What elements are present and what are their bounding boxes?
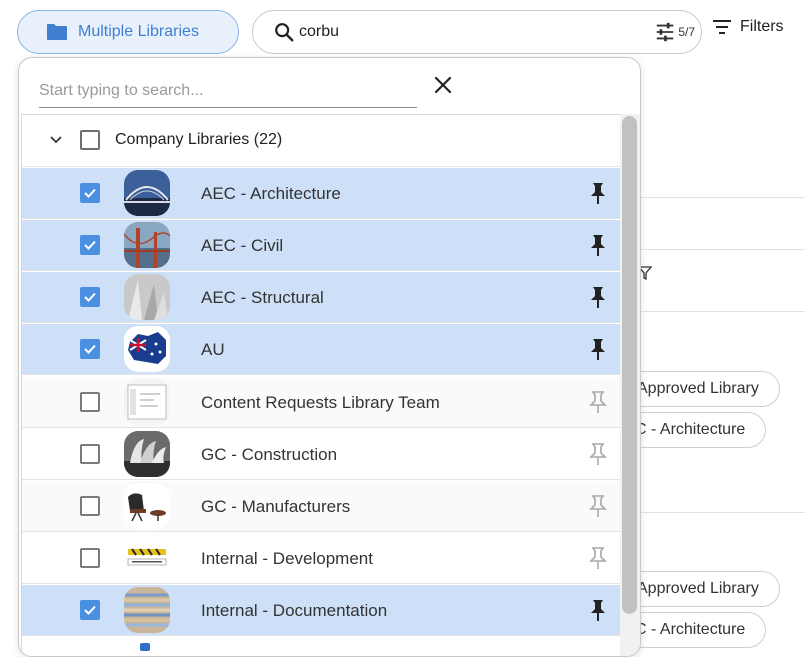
- checkbox-checked[interactable]: [80, 183, 100, 203]
- library-name: GC - Construction: [201, 445, 338, 464]
- main-search-box[interactable]: 5/7: [252, 10, 702, 54]
- library-selector-label: Multiple Libraries: [78, 23, 199, 40]
- divider: [640, 311, 805, 312]
- list-item[interactable]: Internal - Development: [22, 533, 620, 584]
- list-item[interactable]: AU: [22, 324, 620, 375]
- checkbox-checked[interactable]: [80, 287, 100, 307]
- library-name: AEC - Architecture: [201, 184, 341, 203]
- library-thumbnail: [124, 535, 170, 581]
- library-thumbnail: [124, 587, 170, 633]
- checkbox-checked[interactable]: [80, 235, 100, 255]
- check-icon: [84, 188, 96, 198]
- check-icon: [84, 344, 96, 354]
- main-search-input[interactable]: [299, 23, 599, 41]
- library-name: Content Requests Library Team: [201, 393, 440, 412]
- list-item[interactable]: AEC - Structural: [22, 272, 620, 323]
- search-icon: [275, 23, 294, 42]
- group-checkbox[interactable]: [80, 130, 100, 150]
- library-thumbnail: [124, 379, 170, 425]
- checkbox-unchecked[interactable]: [80, 444, 100, 464]
- binders-photo: [124, 587, 170, 633]
- library-thumbnail: [124, 431, 170, 477]
- divider: [640, 512, 805, 513]
- list-item[interactable]: Internal - Documentation: [22, 585, 620, 636]
- australia-flag-map: [124, 326, 170, 372]
- library-search-field[interactable]: [39, 74, 417, 108]
- pin-filled-icon[interactable]: [588, 233, 608, 257]
- list-item[interactable]: GC - Construction: [22, 429, 620, 480]
- check-icon: [84, 605, 96, 615]
- checkbox-unchecked[interactable]: [80, 548, 100, 568]
- library-name: GC - Manufacturers: [201, 497, 351, 516]
- library-thumbnail: [124, 639, 170, 656]
- divider: [640, 249, 805, 250]
- library-dropdown-panel: Company Libraries (22) AEC - Architectur…: [18, 57, 641, 657]
- search-options-button[interactable]: 5/7: [654, 21, 695, 43]
- check-icon: [84, 292, 96, 302]
- library-thumbnail: [124, 222, 170, 268]
- checkbox-checked[interactable]: [80, 339, 100, 359]
- work-in-progress-sign: [124, 535, 170, 581]
- checkbox-checked[interactable]: [80, 600, 100, 620]
- filter-lines-icon: [713, 20, 731, 34]
- close-icon[interactable]: [433, 75, 453, 95]
- library-name: AU: [201, 340, 225, 359]
- pin-filled-icon[interactable]: [588, 337, 608, 361]
- library-thumbnail: [124, 170, 170, 216]
- pin-outline-icon[interactable]: [588, 442, 608, 466]
- library-name: Internal - Development: [201, 549, 373, 568]
- lounge-chair-photo: [124, 483, 170, 529]
- library-thumbnail: [124, 326, 170, 372]
- screenshot-thumb: [124, 379, 170, 425]
- pin-filled-icon[interactable]: [588, 598, 608, 622]
- filters-label: Filters: [740, 18, 784, 35]
- scrollbar-thumb[interactable]: [622, 116, 637, 614]
- library-list: Company Libraries (22) AEC - Architectur…: [21, 114, 621, 656]
- list-item[interactable]: [22, 637, 620, 656]
- filters-button[interactable]: Filters: [712, 18, 784, 36]
- library-thumbnail: [124, 483, 170, 529]
- divider: [640, 197, 805, 198]
- partial-thumb: [124, 639, 170, 656]
- library-name: AEC - Structural: [201, 288, 324, 307]
- pin-outline-icon[interactable]: [588, 546, 608, 570]
- library-selector-button[interactable]: Multiple Libraries: [17, 10, 239, 54]
- library-thumbnail: [124, 274, 170, 320]
- tune-icon: [657, 22, 674, 42]
- library-name: AEC - Civil: [201, 236, 284, 255]
- pin-filled-icon[interactable]: [588, 181, 608, 205]
- pin-filled-icon[interactable]: [588, 285, 608, 309]
- checkbox-unchecked[interactable]: [80, 496, 100, 516]
- list-item[interactable]: AEC - Civil: [22, 220, 620, 271]
- bridge-photo: [124, 170, 170, 216]
- group-label: Company Libraries (22): [115, 131, 283, 148]
- library-name: Internal - Documentation: [201, 601, 388, 620]
- check-icon: [84, 240, 96, 250]
- library-search-input[interactable]: [39, 74, 417, 107]
- pin-outline-icon[interactable]: [588, 494, 608, 518]
- golden-gate-photo: [124, 222, 170, 268]
- filter-count: 5/7: [678, 25, 695, 39]
- list-item[interactable]: GC - Manufacturers: [22, 481, 620, 532]
- list-item[interactable]: AEC - Architecture: [22, 168, 620, 219]
- folder-icon: [47, 24, 67, 40]
- group-row-company-libraries[interactable]: Company Libraries (22): [22, 115, 620, 167]
- chevron-down-icon[interactable]: [49, 133, 63, 147]
- pin-outline-icon[interactable]: [588, 390, 608, 414]
- list-item[interactable]: Content Requests Library Team: [22, 377, 620, 428]
- structure-photo: [124, 274, 170, 320]
- checkbox-unchecked[interactable]: [80, 392, 100, 412]
- opera-house-photo: [124, 431, 170, 477]
